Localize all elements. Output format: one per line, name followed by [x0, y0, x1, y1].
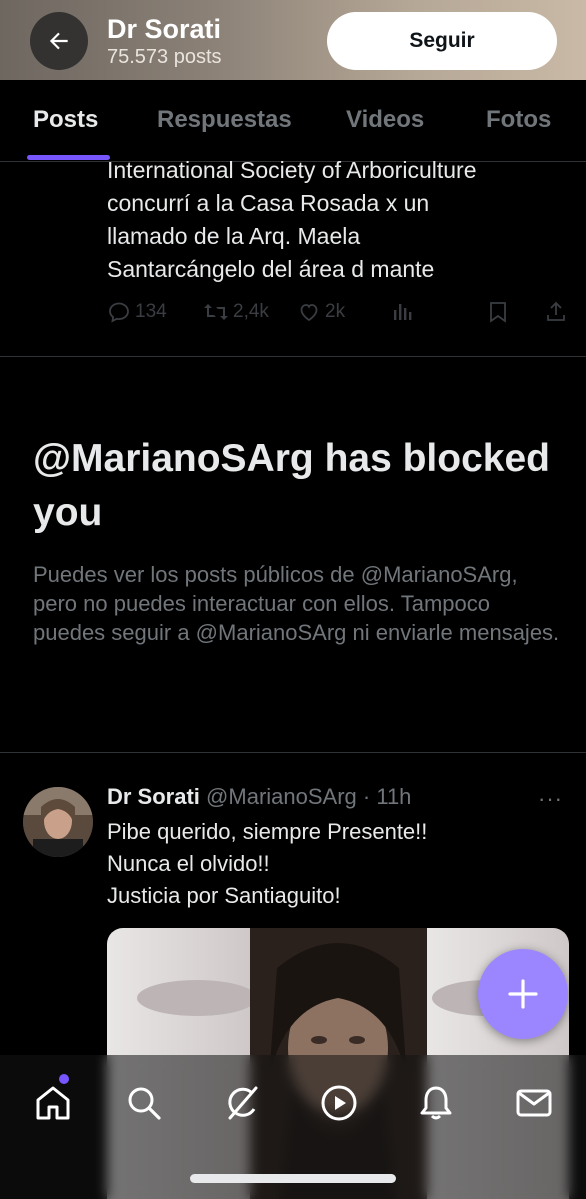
post-count: 75.573 posts	[107, 46, 222, 68]
bookmark-button[interactable]	[487, 300, 509, 324]
back-button[interactable]	[30, 12, 88, 70]
tweet-line: concurrí a la Casa Rosada x un	[107, 190, 430, 216]
blocked-description: Puedes ver los posts públicos de @Marian…	[33, 562, 560, 645]
arrow-left-icon	[49, 32, 68, 50]
divider	[0, 752, 586, 753]
profile-header: Dr Sorati 75.573 posts Seguir	[0, 0, 586, 80]
tweet-actions: 134 2,4k 2k	[107, 300, 567, 330]
tab-replies[interactable]: Respuestas	[157, 106, 292, 134]
tweet-line: Justicia por Santiaguito!	[107, 883, 341, 908]
tweet-line: Nunca el olvido!!	[107, 851, 270, 876]
tweet-text[interactable]: International Society of Arboriculture c…	[107, 154, 567, 286]
nav-notifications[interactable]	[416, 1083, 456, 1123]
nav-grok[interactable]	[222, 1083, 262, 1123]
blocked-title: @MarianoSArg has blocked you	[33, 437, 550, 534]
heart-icon	[300, 304, 318, 322]
home-indicator[interactable]	[190, 1174, 396, 1183]
video-icon	[321, 1085, 357, 1121]
share-icon	[547, 301, 565, 321]
views-button[interactable]	[392, 300, 414, 324]
tweet-line: Santarcángelo del área d mante	[107, 256, 435, 282]
profile-tabs: Posts Respuestas Videos Fotos	[0, 80, 586, 162]
author-name[interactable]: Dr Sorati	[107, 784, 200, 809]
analytics-icon	[394, 304, 412, 320]
like-button[interactable]: 2k	[297, 300, 345, 324]
tweet-line: Pibe querido, siempre Presente!!	[107, 819, 428, 844]
reply-button[interactable]: 134	[107, 300, 167, 324]
nav-search[interactable]	[124, 1083, 164, 1123]
tab-posts[interactable]: Posts	[33, 106, 98, 134]
plus-icon	[508, 979, 538, 1009]
avatar[interactable]	[23, 787, 93, 857]
tweet-line: llamado de la Arq. Maela	[107, 223, 361, 249]
home-icon	[36, 1086, 70, 1120]
nav-video[interactable]	[319, 1083, 359, 1123]
repost-button[interactable]: 2,4k	[203, 300, 269, 324]
tab-videos[interactable]: Videos	[346, 106, 424, 134]
bell-icon	[420, 1086, 452, 1120]
like-count: 2k	[325, 301, 346, 322]
home-notification-dot	[59, 1074, 69, 1084]
repost-icon	[204, 304, 228, 320]
tab-photos[interactable]: Fotos	[486, 106, 551, 134]
bookmark-icon	[490, 302, 506, 323]
tweet-line: International Society of Arboriculture	[107, 157, 477, 183]
grok-icon	[228, 1086, 258, 1120]
profile-name: Dr Sorati	[107, 14, 222, 44]
active-tab-indicator	[27, 155, 110, 160]
nav-home[interactable]	[33, 1083, 73, 1123]
follow-button[interactable]: Seguir	[327, 12, 557, 70]
nav-messages[interactable]	[514, 1083, 554, 1123]
tweet-header: Dr Sorati @MarianoSArg · 11h	[107, 784, 411, 810]
reply-icon	[109, 302, 129, 323]
compose-button[interactable]	[478, 949, 568, 1039]
more-options-icon[interactable]: ···	[538, 786, 563, 812]
share-button[interactable]	[544, 300, 568, 324]
reply-count: 134	[135, 301, 167, 322]
author-handle[interactable]: @MarianoSArg	[206, 784, 357, 809]
divider	[0, 356, 586, 357]
tweet-text[interactable]: Pibe querido, siempre Presente!! Nunca e…	[107, 816, 567, 912]
repost-count: 2,4k	[233, 301, 269, 322]
mail-icon	[516, 1089, 552, 1117]
avatar-image	[23, 787, 93, 857]
search-icon	[128, 1087, 161, 1120]
tweet-time: · 11h	[362, 784, 412, 809]
